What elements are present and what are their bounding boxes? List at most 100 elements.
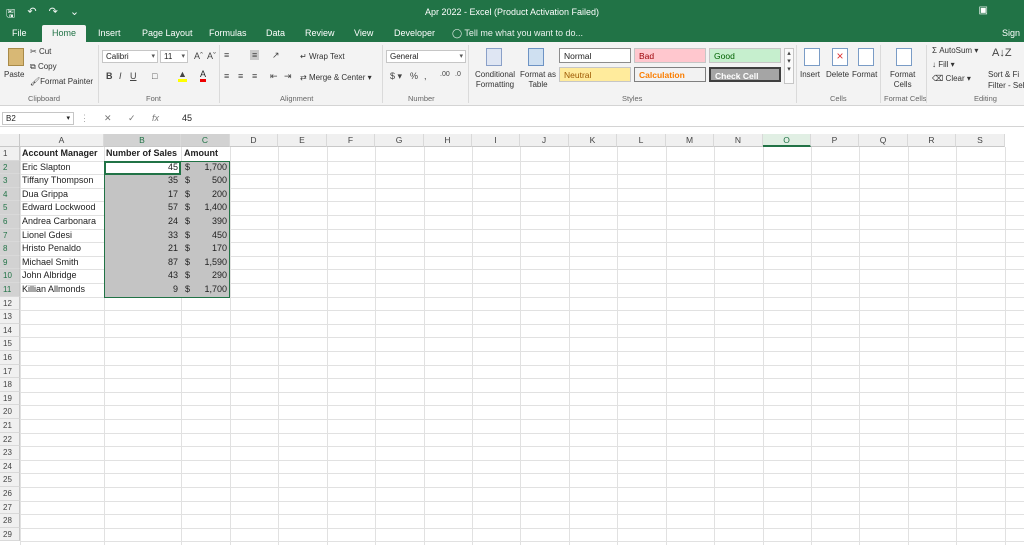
insert-cells-icon[interactable] [804, 48, 820, 66]
column-header-a[interactable]: A [20, 134, 104, 147]
column-header-o[interactable]: O [763, 134, 811, 147]
tab-view[interactable]: View [354, 28, 373, 38]
column-header-e[interactable]: E [278, 134, 327, 147]
cell-amount[interactable]: 500 [195, 174, 227, 188]
cell-amount[interactable]: 1,700 [195, 161, 227, 175]
column-header-r[interactable]: R [908, 134, 956, 147]
cell-number-of-sales[interactable]: 43 [106, 269, 178, 283]
filter-select-button[interactable]: Filter - Sel [988, 81, 1024, 90]
cell-amount[interactable]: 170 [195, 242, 227, 256]
cell-number-of-sales[interactable]: 45 [106, 161, 178, 175]
copy-button[interactable]: ⧉ Copy [30, 62, 57, 72]
fill-button[interactable]: ↓ Fill ▾ [932, 60, 955, 69]
row-header[interactable]: 12 [0, 296, 20, 311]
row-header[interactable]: 26 [0, 487, 20, 501]
orientation-icon[interactable]: ↗ [272, 50, 280, 61]
row-header[interactable]: 28 [0, 514, 20, 528]
number-format-select[interactable]: General ▾ [386, 50, 466, 63]
format-button[interactable]: Format [852, 70, 877, 79]
format-as-table-button[interactable]: Format as Table [519, 70, 557, 90]
worksheet-grid[interactable]: A B C D E F G H I J K L M N O P Q R S 1 2 3 4 5 6 7 8 9 10 11 12 13 14 15… [0, 134, 1024, 545]
paste-button[interactable]: Paste [4, 70, 24, 79]
row-header[interactable]: 1 [0, 147, 20, 161]
sort-filter-button[interactable]: Sort & Fi [988, 70, 1019, 79]
borders-icon[interactable]: □ [152, 71, 157, 81]
grow-font-icon[interactable]: Aˆ [194, 51, 203, 61]
tab-developer[interactable]: Developer [394, 28, 435, 38]
row-header[interactable]: 9 [0, 255, 20, 270]
row-header[interactable]: 16 [0, 351, 20, 365]
row-header[interactable]: 20 [0, 405, 20, 419]
cell-account-manager[interactable]: John Albridge [22, 269, 104, 283]
align-top-icon[interactable]: ≡ [224, 50, 229, 60]
merge-center-button[interactable]: ⇄ Merge & Center ▾ [300, 73, 372, 82]
row-header[interactable]: 11 [0, 283, 20, 297]
row-header[interactable]: 23 [0, 446, 20, 460]
column-header-m[interactable]: M [666, 134, 714, 147]
align-right-icon[interactable]: ≡ [252, 71, 257, 81]
enter-icon[interactable]: ✓ [128, 113, 136, 124]
decrease-decimal-icon[interactable]: .0 [455, 71, 461, 78]
column-header-p[interactable]: P [811, 134, 859, 147]
format-cells-button[interactable]: Format Cells [890, 70, 915, 90]
conditional-formatting-icon[interactable] [486, 48, 502, 66]
cell-amount[interactable]: 1,400 [195, 201, 227, 215]
style-normal[interactable]: Normal [559, 48, 631, 63]
align-left-icon[interactable]: ≡ [224, 71, 229, 81]
format-as-table-icon[interactable] [528, 48, 544, 66]
cell-number-of-sales[interactable]: 57 [106, 201, 178, 215]
column-header-d[interactable]: D [230, 134, 278, 147]
cell-number-of-sales[interactable]: 33 [106, 229, 178, 243]
cell-amount[interactable]: 450 [195, 229, 227, 243]
cell-amount[interactable]: 1,700 [195, 283, 227, 297]
style-bad[interactable]: Bad [634, 48, 706, 63]
style-neutral[interactable]: Neutral [559, 67, 631, 82]
currency-icon[interactable]: $ ▾ [390, 71, 402, 82]
align-middle-icon[interactable]: ≡ [250, 50, 260, 60]
percent-icon[interactable]: % [410, 71, 418, 81]
format-cells-dialog-icon[interactable] [896, 48, 912, 66]
column-header-n[interactable]: N [714, 134, 763, 147]
styles-scroll-icon[interactable]: ▴ ▾ ▾ [784, 48, 794, 84]
style-calculation[interactable]: Calculation [634, 67, 706, 82]
row-header[interactable]: 3 [0, 174, 20, 188]
row-header[interactable]: 5 [0, 201, 20, 215]
cell-a1[interactable]: Account Manager [22, 147, 104, 161]
cell-account-manager[interactable]: Tiffany Thompson [22, 174, 104, 188]
row-header[interactable]: 22 [0, 432, 20, 447]
conditional-formatting-button[interactable]: Conditional Formatting [472, 70, 518, 90]
wrap-text-button[interactable]: ↵ Wrap Text [300, 52, 345, 61]
tab-home[interactable]: Home [42, 25, 87, 42]
cell-number-of-sales[interactable]: 17 [106, 188, 178, 202]
font-size-select[interactable]: 11 ▾ [160, 50, 188, 63]
select-all-corner[interactable] [0, 134, 20, 147]
underline-icon[interactable]: U [130, 71, 137, 81]
indent-decrease-icon[interactable]: ⇤ [270, 71, 278, 82]
row-header[interactable]: 17 [0, 364, 20, 379]
column-header-b[interactable]: B [104, 134, 181, 147]
comma-icon[interactable]: , [424, 71, 427, 81]
row-header[interactable]: 24 [0, 459, 20, 474]
style-good[interactable]: Good [709, 48, 781, 63]
bold-icon[interactable]: B [106, 71, 113, 81]
cell-amount[interactable]: 390 [195, 215, 227, 229]
column-header-h[interactable]: H [424, 134, 472, 147]
format-painter-button[interactable]: 🖌Format Painter [30, 77, 93, 86]
row-header[interactable]: 15 [0, 337, 20, 351]
cell-account-manager[interactable]: Eric Slapton [22, 161, 104, 175]
cell-account-manager[interactable]: Lionel Gdesi [22, 229, 104, 243]
align-center-icon[interactable]: ≡ [238, 71, 243, 81]
row-header[interactable]: 27 [0, 500, 20, 515]
cell-account-manager[interactable]: Michael Smith [22, 256, 104, 270]
row-header[interactable]: 4 [0, 187, 20, 202]
name-box[interactable]: B2 ▾ [2, 112, 74, 125]
column-header-l[interactable]: L [617, 134, 666, 147]
cell-account-manager[interactable]: Hristo Penaldo [22, 242, 104, 256]
fill-color-icon[interactable]: ▲ [178, 69, 187, 82]
font-name-select[interactable]: Calibri ▾ [102, 50, 158, 63]
paste-icon[interactable] [8, 48, 24, 66]
cell-number-of-sales[interactable]: 24 [106, 215, 178, 229]
cell-number-of-sales[interactable]: 9 [106, 283, 178, 297]
clear-button[interactable]: ⌫ Clear ▾ [932, 74, 971, 83]
tab-file[interactable]: File [12, 28, 27, 38]
